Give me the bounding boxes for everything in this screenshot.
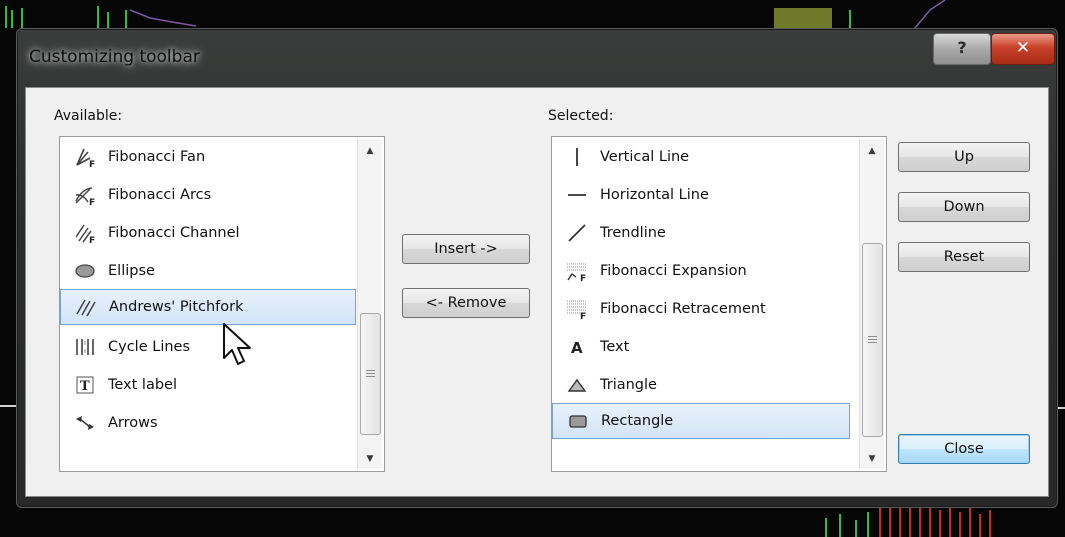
list-item[interactable]: Cycle Lines [60,329,356,365]
list-item-label: Text label [108,377,178,393]
up-button[interactable]: Up [898,142,1030,172]
scroll-up-arrow-icon[interactable]: ▲ [860,141,884,161]
scroll-down-arrow-icon[interactable]: ▼ [358,449,382,469]
list-item-label: Trendline [600,225,666,241]
list-item-label: Rectangle [601,413,674,429]
available-scrollbar[interactable]: ▲ ▼ [357,139,382,469]
trendline-icon [560,221,594,245]
help-button[interactable]: ? [933,33,991,65]
list-item[interactable]: Ellipse [60,253,356,289]
down-button[interactable]: Down [898,192,1030,222]
list-item[interactable]: F Fibonacci Channel [60,215,356,251]
list-item-label: Horizontal Line [600,187,709,203]
title-bar[interactable]: Customizing toolbar ? ✕ [17,29,1057,85]
list-item[interactable]: F Fibonacci Arcs [60,177,356,213]
svg-text:F: F [580,274,586,281]
customize-toolbar-dialog: Customizing toolbar ? ✕ Available: Selec… [16,28,1058,508]
text-icon: A [560,335,594,359]
list-item[interactable]: F Fibonacci Retracement [552,291,856,327]
fibonacci-retracement-icon: F [560,297,594,321]
ellipse-icon [68,259,102,283]
list-item-selected[interactable]: Andrews' Pitchfork [60,289,356,325]
selected-scrollbar[interactable]: ▲ ▼ [859,139,884,469]
list-item-label: Fibonacci Arcs [108,187,212,203]
list-item[interactable]: Vertical Line [552,139,856,175]
list-item-label: Triangle [600,377,657,393]
svg-text:F: F [580,312,586,319]
list-item-selected[interactable]: Rectangle [552,403,850,439]
list-item[interactable]: Trendline [552,215,856,251]
list-item-label: Text [600,339,630,355]
list-item[interactable]: Arrows [60,405,356,441]
available-label: Available: [54,108,123,124]
reset-button[interactable]: Reset [898,242,1030,272]
svg-text:T: T [80,379,90,394]
fibonacci-expansion-icon: F [560,259,594,283]
scroll-thumb[interactable] [862,243,883,437]
close-button[interactable]: Close [898,434,1030,464]
list-item-label: Vertical Line [600,149,690,165]
fibonacci-arcs-icon: F [68,183,102,207]
remove-button[interactable]: <- Remove [402,288,530,318]
list-item-label: Fibonacci Channel [108,225,240,241]
list-item-label: Arrows [108,415,158,431]
list-item[interactable]: T Text label [60,367,356,403]
triangle-icon [560,373,594,397]
list-item-label: Fibonacci Fan [108,149,206,165]
list-item[interactable]: F Fibonacci Expansion [552,253,856,289]
rectangle-icon [561,409,595,433]
list-item[interactable]: F Fibonacci Fan [60,139,356,175]
list-item-label: Ellipse [108,263,155,279]
svg-text:F: F [89,236,95,243]
horizontal-line-icon [560,183,594,207]
insert-button[interactable]: Insert -> [402,234,530,264]
svg-text:F: F [89,160,95,167]
list-item[interactable]: A Text [552,329,856,365]
window-close-button[interactable]: ✕ [991,33,1055,65]
cycle-lines-icon [68,335,102,359]
scroll-thumb[interactable] [360,313,381,435]
text-label-icon: T [68,373,102,397]
svg-text:F: F [89,198,95,205]
list-item-label: Fibonacci Retracement [600,301,766,317]
selected-listbox[interactable]: Vertical Line Horizontal Line Trendline … [551,136,887,472]
pitchfork-icon [69,295,103,319]
list-item-label: Cycle Lines [108,339,191,355]
list-item-label: Fibonacci Expansion [600,263,747,279]
fibonacci-channel-icon: F [68,221,102,245]
dialog-title: Customizing toolbar [29,47,200,67]
fibonacci-fan-icon: F [68,145,102,169]
svg-text:A: A [571,339,583,357]
dialog-body: Available: Selected: F Fibonacci Fan F F… [25,87,1049,497]
list-item-label: Andrews' Pitchfork [109,299,244,315]
scroll-down-arrow-icon[interactable]: ▼ [860,449,884,469]
vertical-line-icon [560,145,594,169]
mouse-pointer-icon [223,323,251,365]
available-listbox[interactable]: F Fibonacci Fan F Fibonacci Arcs F Fibon… [59,136,385,472]
selected-label: Selected: [548,108,614,124]
scroll-up-arrow-icon[interactable]: ▲ [358,141,382,161]
arrows-icon [68,411,102,435]
list-item[interactable]: Triangle [552,367,856,403]
list-item[interactable]: Horizontal Line [552,177,856,213]
